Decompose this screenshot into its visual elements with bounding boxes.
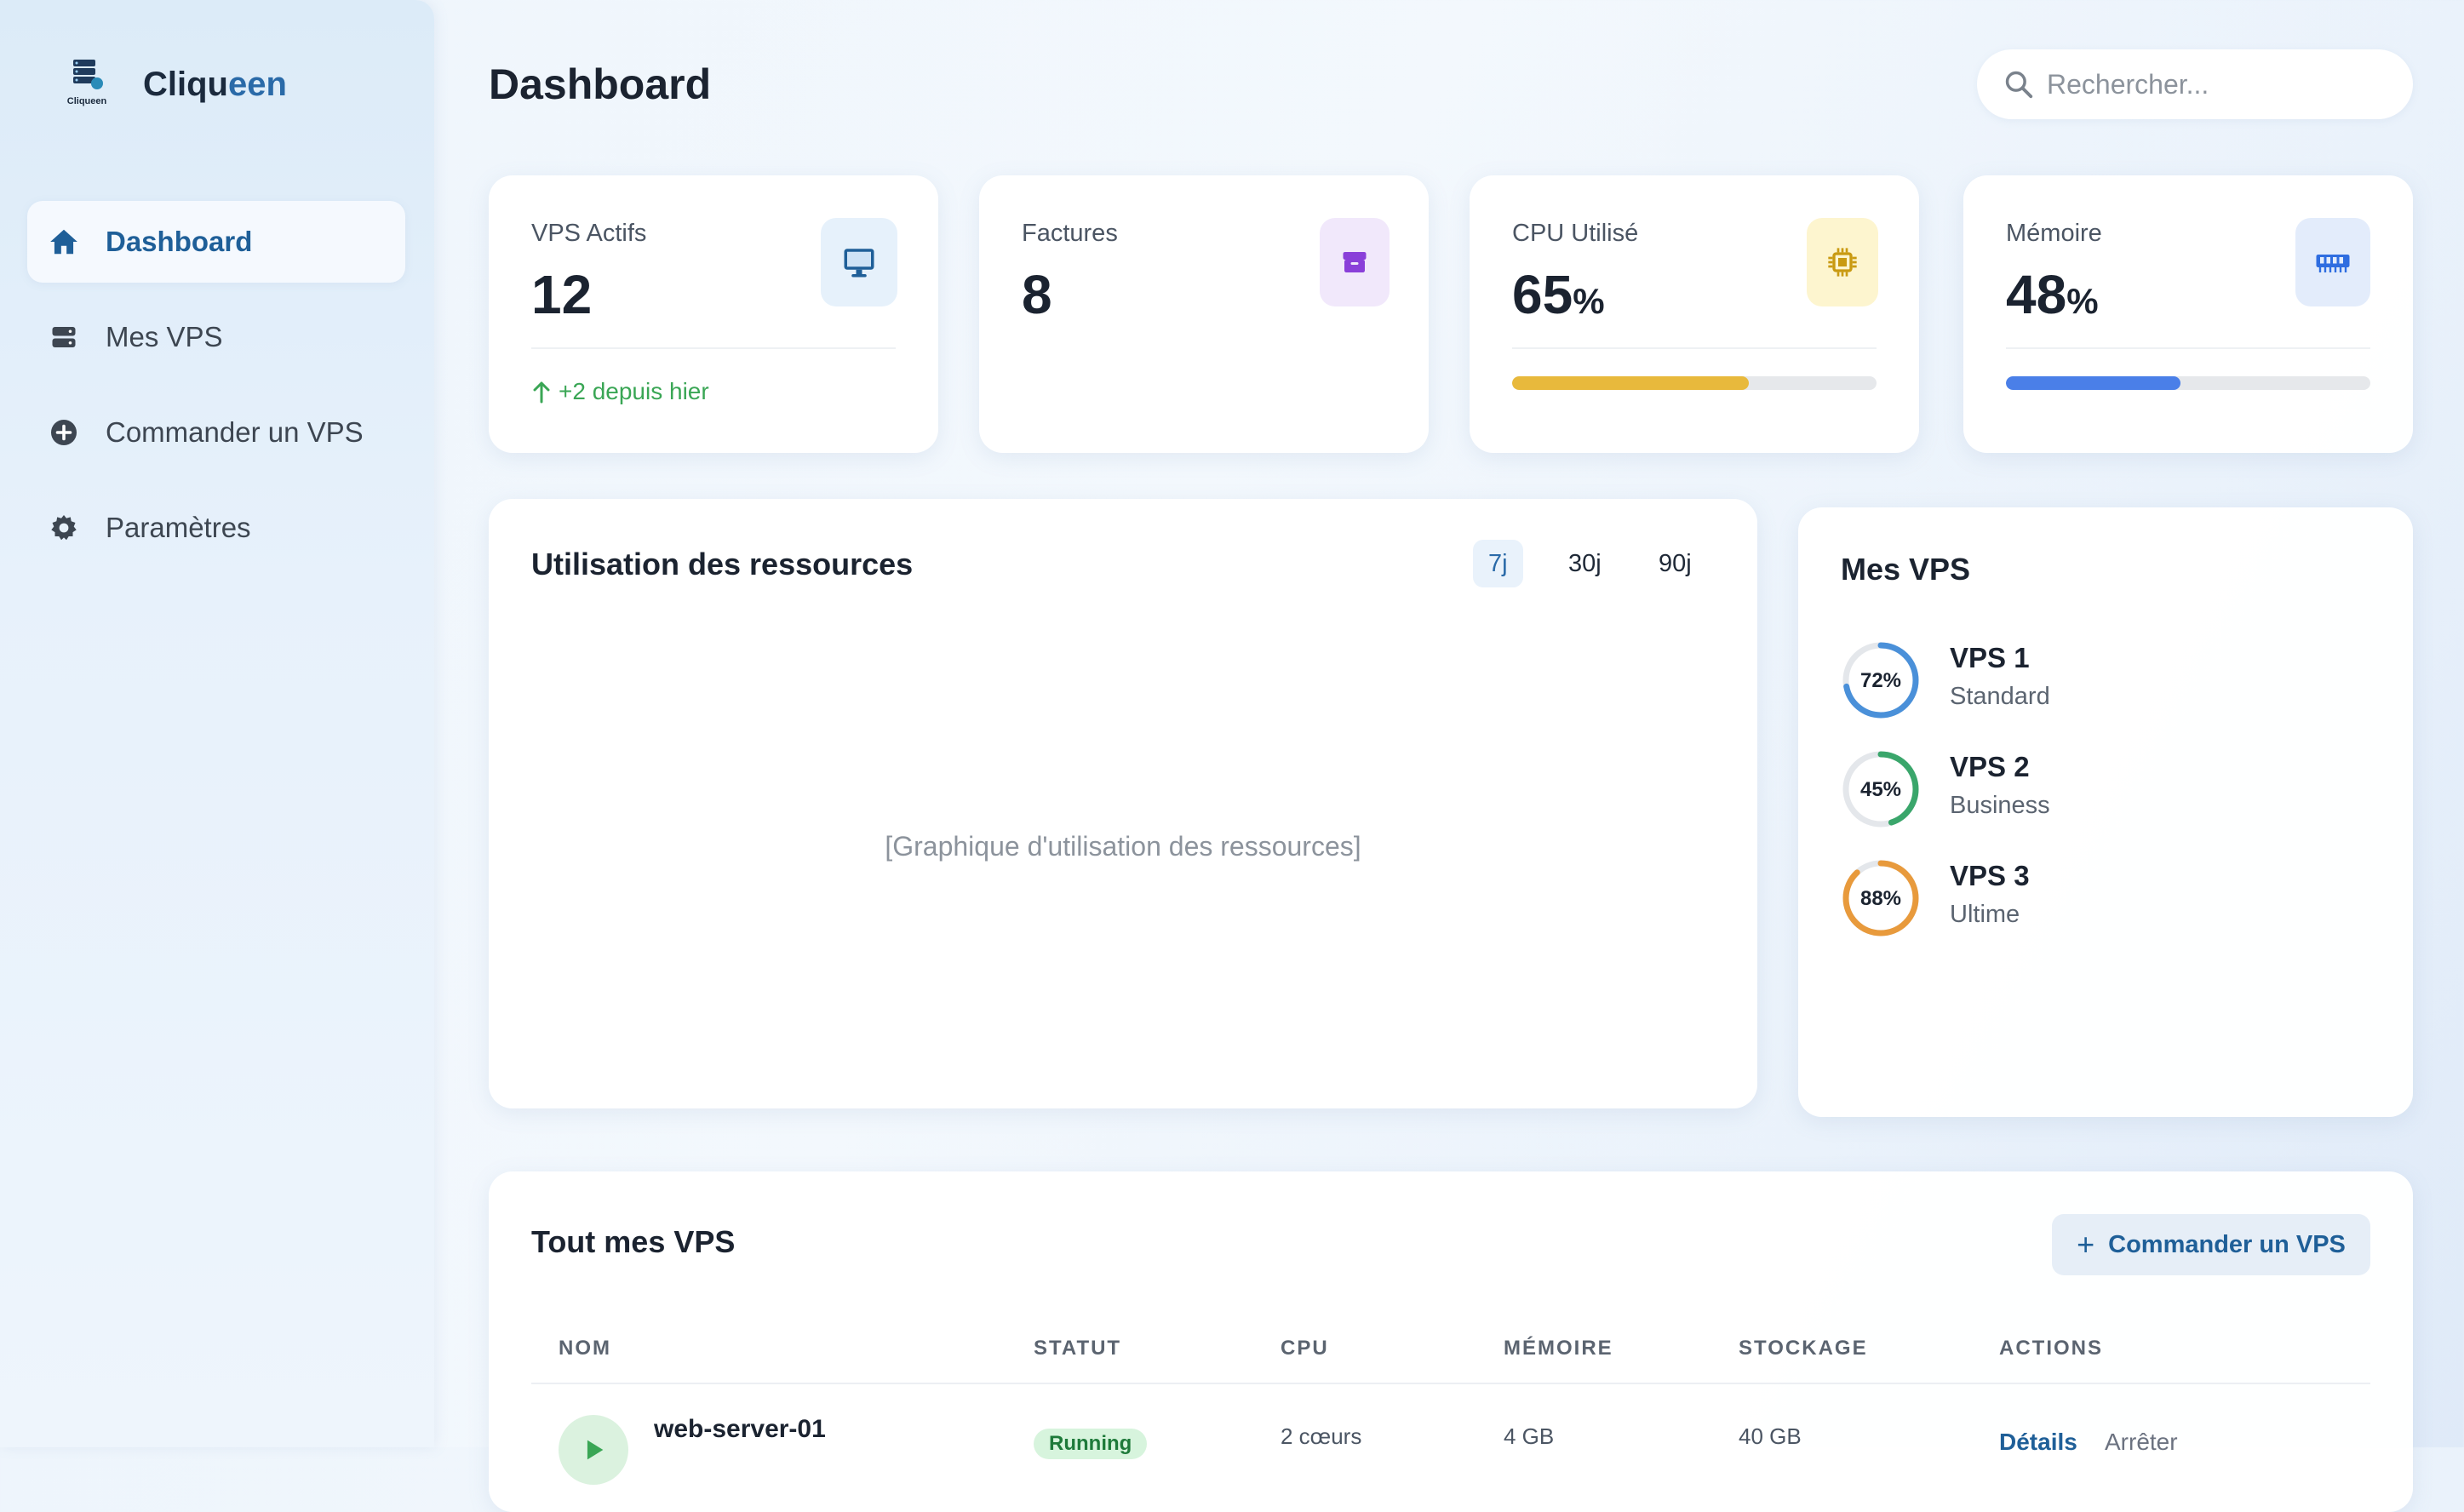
vps-name: VPS 3 xyxy=(1950,860,2030,891)
usage-ring: 45% xyxy=(1842,751,1919,828)
status-badge: Running xyxy=(1034,1429,1148,1459)
resource-usage-card: Utilisation des ressources 7j 30j 90j [G… xyxy=(489,499,1757,1108)
range-tab-90j[interactable]: 90j xyxy=(1643,540,1707,587)
stat-card-factures: Factures 8 xyxy=(979,175,1429,453)
chart-placeholder: [Graphique d'utilisation des ressources] xyxy=(885,831,1361,862)
cpu-cell: 2 cœurs xyxy=(1281,1423,1362,1449)
stat-label: CPU Utilisé xyxy=(1512,220,1639,247)
cpu-progress-bar xyxy=(1512,376,1877,390)
card-title: Utilisation des ressources xyxy=(531,547,914,581)
range-tab-7j[interactable]: 7j xyxy=(1473,540,1523,587)
sidebar-item-label: Commander un VPS xyxy=(106,416,364,448)
trend-text: +2 depuis hier xyxy=(559,378,709,404)
all-vps-table-card: Tout mes VPS + Commander un VPS NOM STAT… xyxy=(489,1171,2413,1512)
stop-link[interactable]: Arrêter xyxy=(2105,1429,2178,1456)
usage-ring: 72% xyxy=(1842,642,1919,719)
card-title: Mes VPS xyxy=(1841,552,1971,587)
search-bar[interactable] xyxy=(1977,49,2413,119)
sidebar-item-label: Mes VPS xyxy=(106,321,223,352)
stat-label: Mémoire xyxy=(2006,220,2102,247)
stat-number: 48 xyxy=(2006,264,2067,325)
stat-trend: +2 depuis hier xyxy=(531,378,709,405)
logo: Cliqueen xyxy=(61,58,112,107)
memory-progress-fill xyxy=(2006,376,2181,390)
vps-item[interactable]: 72% VPS 1 Standard xyxy=(1841,640,2352,720)
range-tab-30j[interactable]: 30j xyxy=(1553,540,1617,587)
vps-plan: Ultime xyxy=(1950,901,2020,928)
stat-value: 12 xyxy=(531,261,592,335)
stat-label: VPS Actifs xyxy=(531,220,647,247)
svg-text:Cliqueen: Cliqueen xyxy=(67,96,107,106)
stat-number: 8 xyxy=(1022,264,1052,325)
stat-divider xyxy=(1512,347,1877,349)
app-name: Cliqueen xyxy=(143,61,287,107)
search-input[interactable] xyxy=(2045,60,2394,109)
home-icon xyxy=(48,226,80,258)
stat-divider xyxy=(2006,347,2370,349)
stat-value: 65% xyxy=(1512,261,1605,335)
memory-icon xyxy=(2295,218,2370,306)
vps-name: VPS 1 xyxy=(1950,642,2030,673)
stat-card-vps-actifs: VPS Actifs 12 +2 depuis hier xyxy=(489,175,938,453)
vps-name: VPS 2 xyxy=(1950,751,2030,782)
stat-label: Factures xyxy=(1022,220,1118,247)
page-title: Dashboard xyxy=(489,60,712,108)
table-row: web-server-01 Running 2 cœurs 4 GB 40 GB… xyxy=(489,1171,2413,1512)
app-name-part2: een xyxy=(227,66,287,103)
stat-card-cpu: CPU Utilisé 65% xyxy=(1470,175,1919,453)
my-vps-card: Mes VPS 72% VPS 1 Standard 45% VPS 2 Bus… xyxy=(1798,507,2413,1117)
stat-divider xyxy=(531,347,896,349)
sidebar-item-commander-vps[interactable]: Commander un VPS xyxy=(27,392,405,473)
svg-text:72%: 72% xyxy=(1860,669,1901,692)
storage-cell: 40 GB xyxy=(1739,1423,1802,1449)
svg-text:88%: 88% xyxy=(1860,887,1901,910)
chip-icon xyxy=(1807,218,1878,306)
play-icon xyxy=(559,1415,628,1485)
vps-item[interactable]: 45% VPS 2 Business xyxy=(1841,749,2352,829)
stat-number: 12 xyxy=(531,264,593,325)
stat-card-memoire: Mémoire 48% xyxy=(1963,175,2413,453)
search-icon xyxy=(2003,68,2035,100)
stat-value: 8 xyxy=(1022,261,1052,335)
cpu-progress-fill xyxy=(1512,376,1750,390)
svg-text:45%: 45% xyxy=(1860,778,1901,801)
sidebar-item-label: Dashboard xyxy=(106,226,253,257)
box-icon xyxy=(1320,218,1390,306)
vps-plan: Standard xyxy=(1950,683,2050,710)
vps-name: web-server-01 xyxy=(654,1415,826,1443)
sidebar: Cliqueen Cliqueen Dashboard Mes VPS Comm… xyxy=(0,0,434,1447)
gear-icon xyxy=(48,512,80,544)
vps-plan: Business xyxy=(1950,792,2050,819)
stat-value: 48% xyxy=(2006,261,2099,335)
sidebar-item-label: Paramètres xyxy=(106,512,251,543)
sidebar-item-mes-vps[interactable]: Mes VPS xyxy=(27,296,405,378)
app-name-part1: Cliqu xyxy=(143,66,228,103)
monitor-icon xyxy=(821,218,897,306)
vps-item[interactable]: 88% VPS 3 Ultime xyxy=(1841,858,2352,938)
usage-ring: 88% xyxy=(1842,860,1919,936)
sidebar-item-parametres[interactable]: Paramètres xyxy=(27,487,405,569)
arrow-up-icon xyxy=(531,380,552,404)
details-link[interactable]: Détails xyxy=(1999,1429,2077,1456)
sidebar-item-dashboard[interactable]: Dashboard xyxy=(27,201,405,283)
memory-cell: 4 GB xyxy=(1504,1423,1555,1449)
stat-number: 65 xyxy=(1512,264,1573,325)
memory-progress-bar xyxy=(2006,376,2370,390)
stat-unit: % xyxy=(2066,281,2099,321)
plus-circle-icon xyxy=(48,416,80,449)
stat-unit: % xyxy=(1573,281,1605,321)
server-icon xyxy=(48,321,80,353)
